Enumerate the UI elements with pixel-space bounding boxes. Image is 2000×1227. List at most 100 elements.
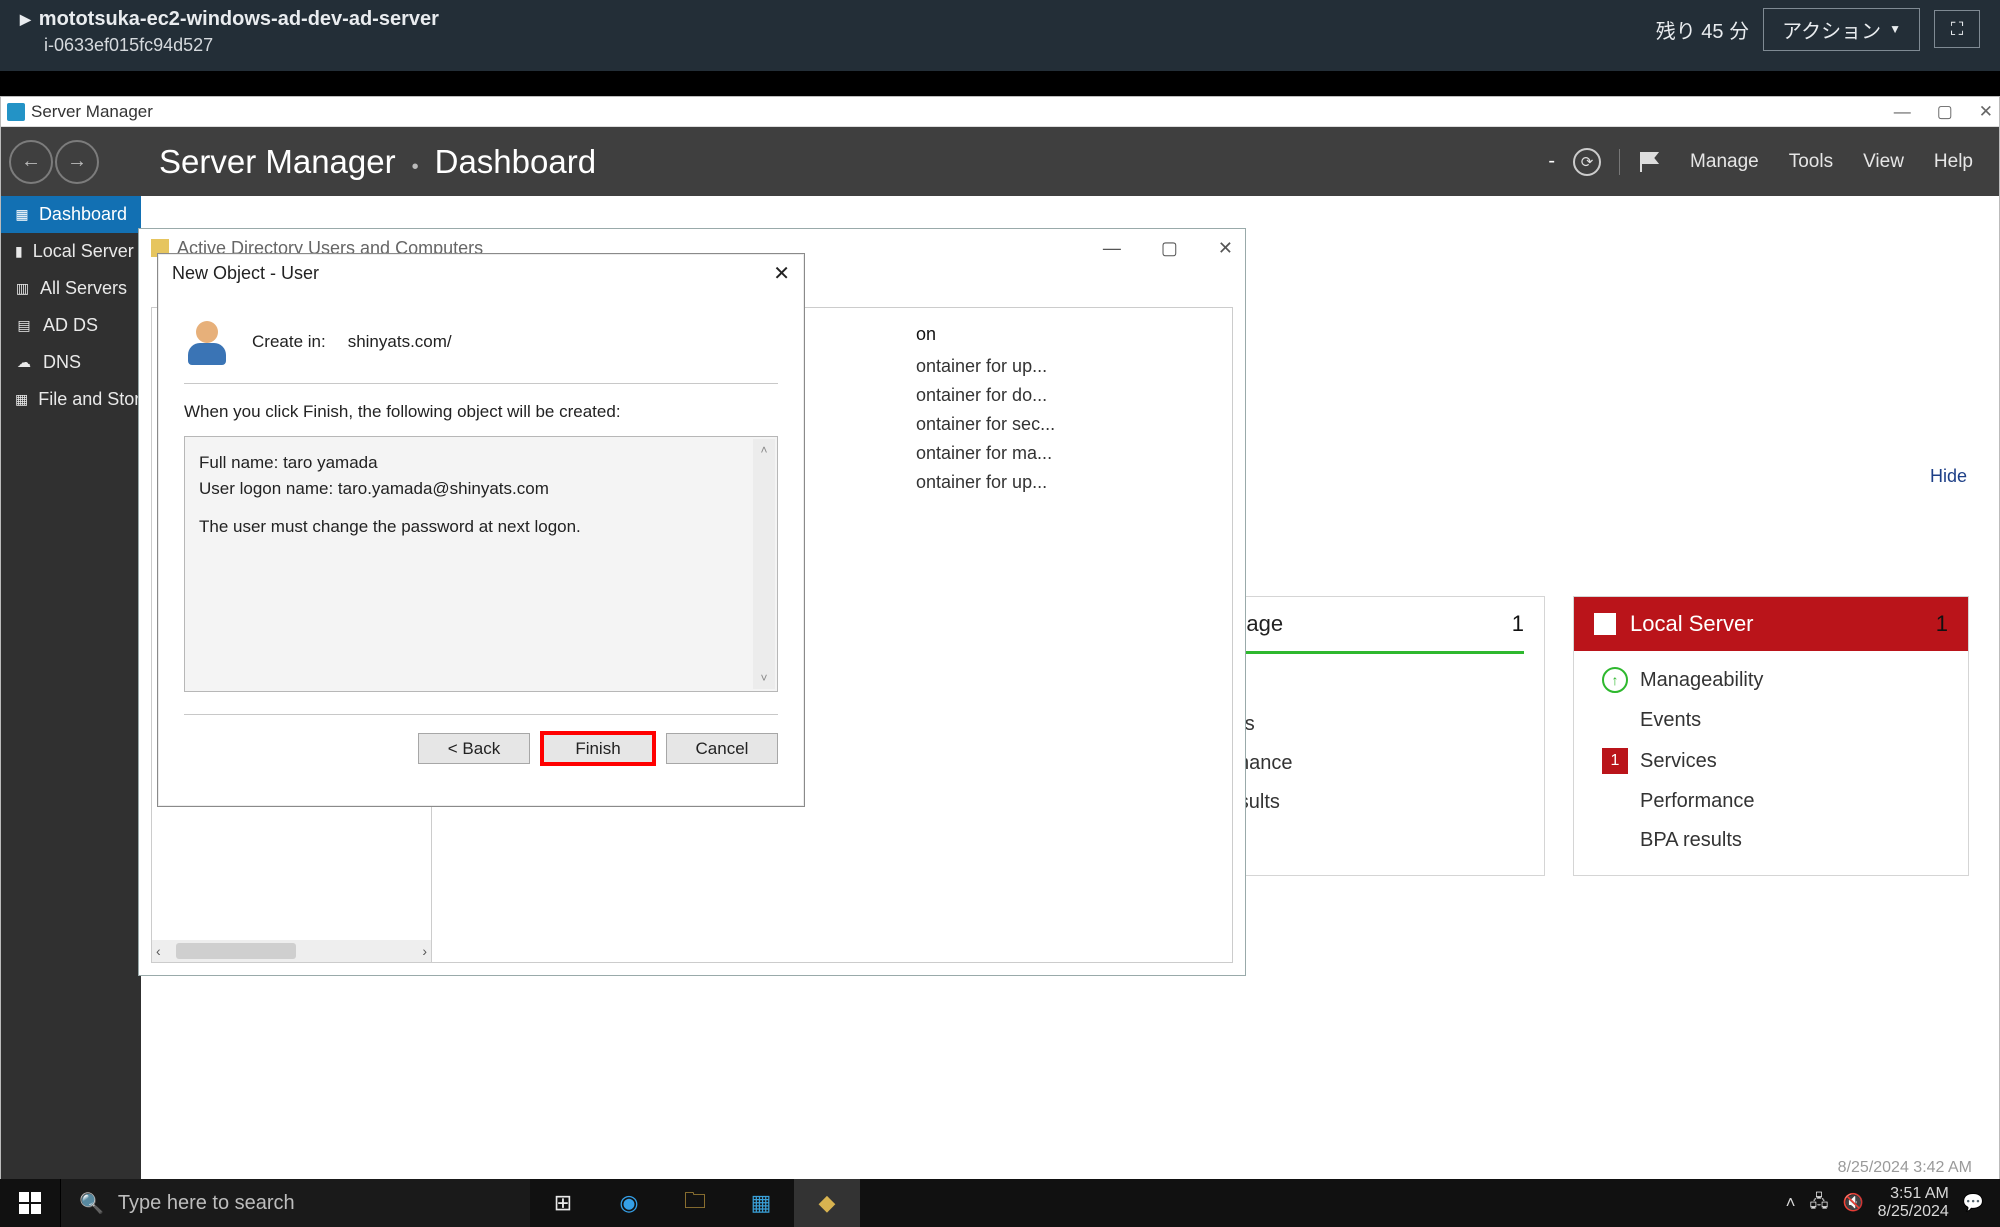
sidebar-item-label: DNS	[43, 352, 81, 373]
maximize-button[interactable]: ▢	[1161, 238, 1178, 259]
notifications-flag-icon[interactable]	[1638, 150, 1660, 174]
summary-line: User logon name: taro.yamada@shinyats.co…	[199, 479, 763, 499]
dialog-title: New Object - User	[172, 263, 319, 284]
button-label: Cancel	[696, 739, 749, 759]
pin-edge[interactable]: ◉	[596, 1179, 662, 1227]
menu-help[interactable]: Help	[1934, 151, 1973, 173]
tile-count: 1	[1936, 611, 1948, 637]
finish-button[interactable]: Finish	[542, 733, 654, 764]
sidebar-item-all[interactable]: ▥All Servers	[1, 270, 141, 307]
create-in-value: shinyats.com/	[348, 332, 452, 352]
instance-id: i-0633ef015fc94d527	[20, 35, 439, 56]
pin-server-manager[interactable]: ▦	[728, 1179, 794, 1227]
folder-icon: 🗀	[684, 1184, 706, 1222]
scroll-down-icon[interactable]: ˅	[760, 671, 767, 685]
cell-desc: ontainer for ma...	[916, 443, 1218, 464]
sidebar-item-adds[interactable]: ▤AD DS	[1, 307, 141, 344]
arrow-left-icon: ←	[21, 150, 41, 173]
action-menu-label: アクション	[1782, 15, 1881, 44]
divider	[1619, 149, 1620, 175]
nav-back-button[interactable]: ←	[9, 140, 53, 184]
pin-explorer[interactable]: 🗀	[662, 1179, 728, 1227]
server-manager-icon: ▦	[751, 1190, 772, 1216]
tile-item[interactable]: Services	[1640, 750, 1717, 773]
minimize-button[interactable]: —	[1894, 102, 1911, 122]
sidebar-item-label: Dashboard	[39, 204, 127, 225]
scroll-right-icon[interactable]: ›	[422, 943, 427, 959]
clock-time: 3:51 AM	[1890, 1185, 1949, 1203]
session-remaining: 残り 45 分	[1656, 15, 1749, 44]
create-in-label: Create in:	[252, 332, 326, 352]
menu-tools[interactable]: Tools	[1789, 151, 1833, 173]
tile-item[interactable]: Performance	[1640, 790, 1755, 813]
taskview-icon: ⊞	[554, 1190, 572, 1216]
taskbar-search[interactable]: 🔍 Type here to search	[60, 1179, 530, 1227]
hide-link[interactable]: Hide	[1930, 466, 1967, 487]
breadcrumb-root[interactable]: Server Manager	[159, 143, 396, 181]
cell-desc: ontainer for sec...	[916, 414, 1218, 435]
start-button[interactable]	[0, 1179, 60, 1227]
adds-icon: ▤	[15, 317, 33, 335]
server-icon: ▮	[15, 243, 23, 261]
fullscreen-button[interactable]: ⛶	[1934, 10, 1980, 48]
new-user-dialog: New Object - User ✕ Create in: shinyats.…	[157, 253, 805, 807]
sidebar-item-label: File and Storage Services	[38, 389, 141, 410]
sidebar-item-local[interactable]: ▮Local Server	[1, 233, 141, 270]
tile-item[interactable]: Manageability	[1640, 669, 1763, 692]
menu-manage[interactable]: Manage	[1690, 151, 1759, 173]
button-label: Finish	[575, 739, 620, 759]
dialog-close-button[interactable]: ✕	[773, 261, 790, 286]
server-manager-icon	[7, 103, 25, 121]
action-center-icon[interactable]: 💬	[1963, 1193, 1984, 1213]
cell-desc: ontainer for do...	[916, 385, 1218, 406]
chevron-right-icon: •	[412, 156, 419, 179]
taskview-button[interactable]: ⊞	[530, 1179, 596, 1227]
search-icon: 🔍	[79, 1191, 104, 1216]
cell-desc: ontainer for up...	[916, 472, 1218, 493]
cancel-button[interactable]: Cancel	[666, 733, 778, 764]
user-icon	[184, 319, 230, 365]
sidebar-item-dashboard[interactable]: ▦Dashboard	[1, 196, 141, 233]
caret-down-icon: ▼	[1889, 22, 1901, 36]
sidebar-item-files[interactable]: ▦File and Storage Services	[1, 381, 141, 418]
sm-titlebar: Server Manager — ▢ ✕	[1, 97, 1999, 127]
scroll-left-icon[interactable]: ‹	[156, 943, 161, 959]
maximize-button[interactable]: ▢	[1937, 102, 1953, 122]
tile-item[interactable]: BPA results	[1640, 829, 1742, 852]
edge-icon: ◉	[619, 1190, 638, 1216]
dash-icon: -	[1548, 150, 1555, 173]
close-button[interactable]: ✕	[1979, 102, 1993, 122]
scrollbar-thumb[interactable]	[176, 943, 296, 959]
tile-title: Local Server	[1630, 611, 1754, 637]
tile-item[interactable]: Events	[1640, 709, 1701, 732]
dns-icon: ☁	[15, 354, 33, 372]
volume-muted-icon[interactable]: 🔇	[1842, 1193, 1863, 1213]
pin-aduc[interactable]: ◆	[794, 1179, 860, 1227]
scroll-up-icon[interactable]: ˄	[760, 443, 767, 457]
refresh-button[interactable]: ⟳	[1573, 148, 1601, 176]
alert-badge: 1	[1602, 748, 1628, 774]
column-header[interactable]: on	[916, 324, 1218, 345]
summary-scrollbar[interactable]: ˄ ˅	[753, 439, 775, 689]
back-button[interactable]: < Back	[418, 733, 530, 764]
overlay-timestamp: 8/25/2024 3:42 AM	[1838, 1159, 1972, 1177]
sidebar-item-dns[interactable]: ☁ DNS	[1, 344, 141, 381]
nav-forward-button[interactable]: →	[55, 140, 99, 184]
tile-local-server[interactable]: Local Server1 ↑Manageability Events 1Ser…	[1573, 596, 1969, 876]
taskbar-clock[interactable]: 3:51 AM 8/25/2024	[1878, 1185, 1949, 1222]
servers-icon: ▥	[15, 280, 30, 298]
sm-ribbon: ← → Server Manager • Dashboard - ⟳ Manag…	[1, 127, 1999, 196]
close-button[interactable]: ✕	[1218, 238, 1233, 259]
taskbar: 🔍 Type here to search ⊞ ◉ 🗀 ▦ ◆ ˄ 🖧 🔇 3:…	[0, 1179, 2000, 1227]
clock-date: 8/25/2024	[1878, 1203, 1949, 1221]
menu-view[interactable]: View	[1863, 151, 1904, 173]
action-menu-button[interactable]: アクション ▼	[1763, 8, 1920, 51]
minimize-button[interactable]: —	[1103, 238, 1121, 259]
dialog-titlebar: New Object - User ✕	[158, 254, 804, 293]
windows-icon	[19, 1192, 41, 1214]
summary-line: The user must change the password at nex…	[199, 517, 763, 537]
sm-app-title: Server Manager	[31, 102, 153, 122]
tray-up-icon[interactable]: ˄	[1786, 1193, 1796, 1213]
network-icon[interactable]: 🖧	[1810, 1189, 1829, 1218]
breadcrumb: Server Manager • Dashboard	[159, 143, 596, 181]
